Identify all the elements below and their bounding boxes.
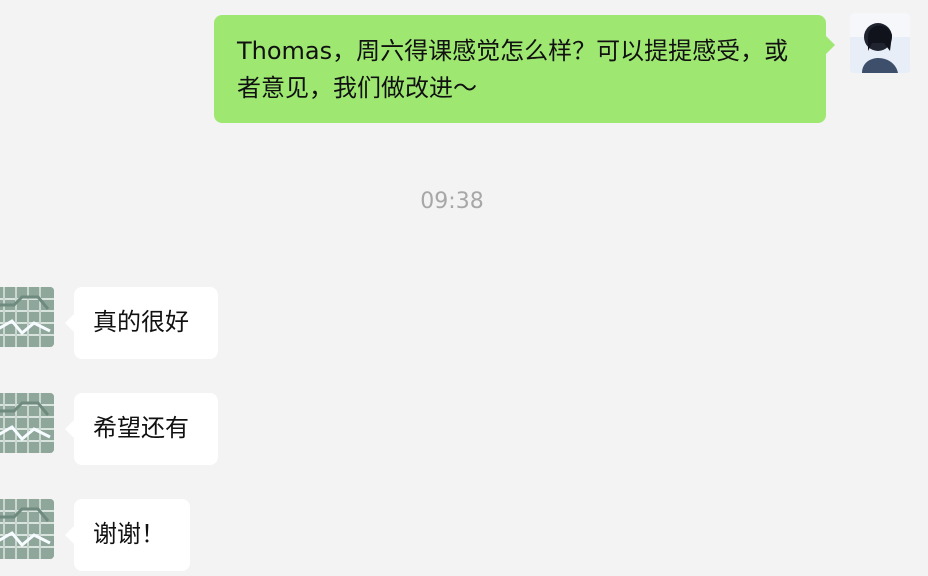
outgoing-message-bubble[interactable]: Thomas，周六得课感觉怎么样？可以提提感受，或者意见，我们做改进～ xyxy=(214,15,835,123)
incoming-message-bubble[interactable]: 谢谢！ xyxy=(65,499,190,571)
incoming-message-text: 希望还有 xyxy=(93,414,189,442)
incoming-message-bubble[interactable]: 希望还有 xyxy=(65,393,218,465)
user-avatar-icon[interactable] xyxy=(850,13,910,73)
incoming-message-text: 真的很好 xyxy=(93,308,189,336)
contact-avatar-icon[interactable] xyxy=(0,393,54,453)
message-timestamp: 09:38 xyxy=(420,189,484,214)
incoming-message-bubble[interactable]: 真的很好 xyxy=(65,287,218,359)
contact-avatar-icon[interactable] xyxy=(0,499,54,559)
outgoing-message-text: Thomas，周六得课感觉怎么样？可以提提感受，或者意见，我们做改进～ xyxy=(237,37,789,102)
incoming-message-text: 谢谢！ xyxy=(93,520,165,548)
contact-avatar-icon[interactable] xyxy=(0,287,54,347)
